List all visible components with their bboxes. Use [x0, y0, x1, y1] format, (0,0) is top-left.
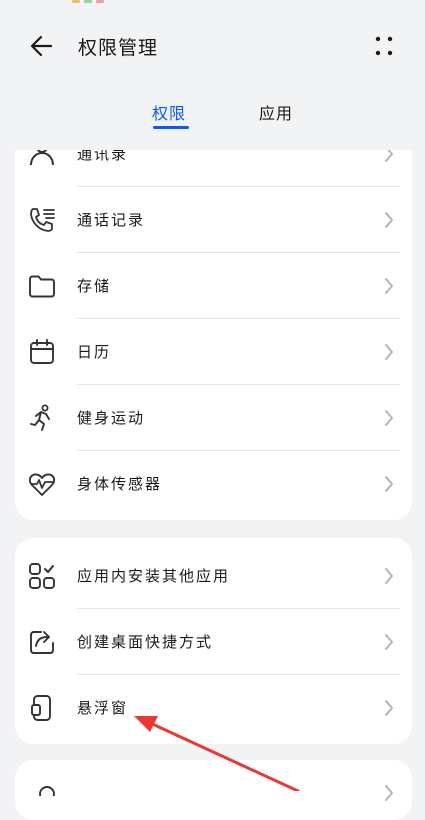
- permission-item-contacts[interactable]: 通讯录: [15, 150, 412, 187]
- chevron-right-icon: [385, 785, 393, 801]
- permission-item-label: 日历: [77, 343, 112, 361]
- permission-item-calendar[interactable]: 日历: [15, 319, 412, 385]
- permission-item-fitness[interactable]: 健身运动: [15, 385, 412, 451]
- heart-rate-icon: [28, 473, 56, 496]
- chevron-right-icon: [385, 410, 393, 426]
- chevron-right-icon: [385, 634, 393, 650]
- calendar-icon: [30, 339, 54, 364]
- arrow-left-icon: [30, 35, 53, 57]
- app-bar: 权限管理: [0, 22, 425, 68]
- shortcut-icon: [30, 631, 54, 654]
- chevron-right-icon: [385, 344, 393, 360]
- status-bar: [0, 0, 425, 14]
- permission-item-floating-window[interactable]: 悬浮窗: [15, 675, 412, 741]
- contacts-icon: [30, 150, 54, 166]
- permission-list-card: [15, 760, 412, 820]
- chevron-right-icon: [385, 212, 393, 228]
- page-title: 权限管理: [78, 37, 159, 59]
- more-options-button[interactable]: [368, 30, 400, 62]
- permission-item-install-apps[interactable]: 应用内安装其他应用: [15, 543, 412, 609]
- status-dot: [72, 0, 80, 3]
- special-permission-card: 应用内安装其他应用 创建桌面快捷方式 悬浮窗: [15, 538, 412, 744]
- apps-grid-icon: [29, 563, 55, 589]
- permission-item-label: 身体传感器: [77, 475, 163, 493]
- permission-item-label: 健身运动: [77, 409, 146, 427]
- chevron-right-icon: [385, 278, 393, 294]
- floating-window-icon: [31, 695, 51, 721]
- permission-item-label: 通话记录: [77, 211, 146, 229]
- permission-list-card: 通讯录 通话记录 存储 日历 健身运动 身体传感器: [15, 150, 412, 520]
- status-dot: [96, 0, 104, 3]
- permission-item-body-sensors[interactable]: 身体传感器: [15, 451, 412, 517]
- back-button[interactable]: [26, 30, 58, 62]
- permission-item-storage[interactable]: 存储: [15, 253, 412, 319]
- permission-item-label: 通讯录: [77, 150, 129, 163]
- permission-item-label: 应用内安装其他应用: [77, 567, 231, 585]
- running-icon: [30, 404, 50, 431]
- tab-permissions[interactable]: 权限: [152, 100, 186, 124]
- tab-bar: 权限 应用: [0, 96, 425, 136]
- permission-item-call-log[interactable]: 通话记录: [15, 187, 412, 253]
- status-dot: [84, 0, 92, 3]
- call-log-icon: [30, 208, 55, 232]
- permission-item-label: 存储: [77, 277, 112, 295]
- chevron-right-icon: [385, 568, 393, 584]
- tab-apps[interactable]: 应用: [259, 100, 293, 124]
- more-vertical-dots-icon: [375, 36, 393, 56]
- tab-indicator: [153, 126, 189, 129]
- permission-item-label: 创建桌面快捷方式: [77, 633, 214, 651]
- permission-item-label: 悬浮窗: [77, 699, 129, 717]
- chevron-right-icon: [385, 700, 393, 716]
- chevron-right-icon: [385, 150, 393, 162]
- chevron-right-icon: [385, 476, 393, 492]
- folder-icon: [29, 275, 55, 298]
- permission-item-desktop-shortcut[interactable]: 创建桌面快捷方式: [15, 609, 412, 675]
- search-icon: [39, 786, 55, 796]
